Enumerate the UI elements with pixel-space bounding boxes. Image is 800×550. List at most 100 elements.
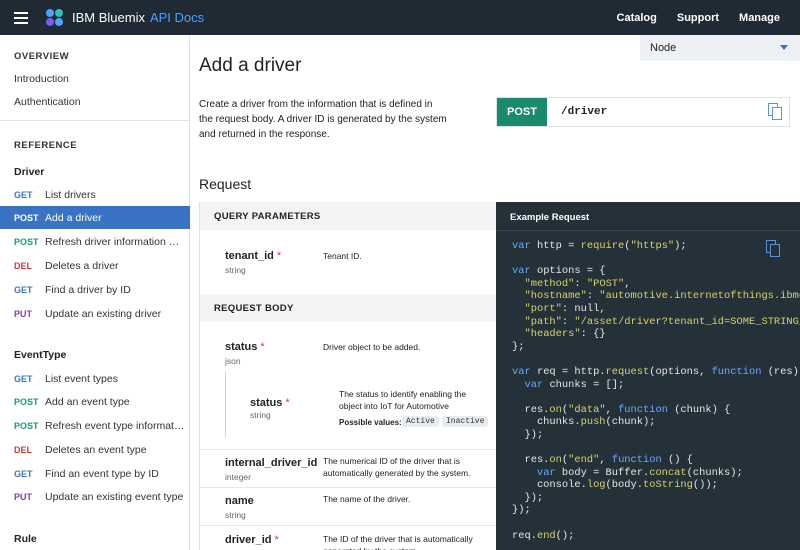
code-line: var http = require("https");: [512, 240, 687, 252]
param-name: name: [225, 495, 254, 507]
example-request-heading: Example Request: [510, 212, 590, 223]
sidebar-item-label: Update an existing event type: [45, 490, 184, 503]
endpoint-description: Create a driver from the information tha…: [199, 99, 447, 140]
language-select-value: Node: [650, 42, 677, 54]
nested-indent-bar: [225, 372, 226, 437]
sidebar-group-eventtype[interactable]: EventType: [14, 349, 66, 361]
possible-value-chip: Active: [402, 416, 439, 427]
sidebar-item-list-event-types[interactable]: GET List event types: [0, 367, 190, 390]
code-line: var options = {: [512, 265, 606, 278]
param-description: The name of the driver.: [323, 494, 411, 504]
method-del-label: DEL: [14, 260, 32, 271]
sidebar: OVERVIEW Introduction Authentication REF…: [0, 35, 190, 550]
sidebar-item-list-drivers[interactable]: GET List drivers: [0, 183, 190, 206]
code-line: chunks.push(chunk);: [512, 416, 656, 429]
sidebar-item-label: Refresh driver information on...: [45, 235, 185, 248]
param-type: string: [250, 410, 271, 420]
possible-value-chip: Inactive: [442, 416, 489, 427]
sidebar-divider: [0, 120, 190, 121]
sidebar-item-introduction[interactable]: Introduction: [14, 73, 69, 85]
method-badge: POST: [497, 98, 547, 126]
query-params-heading: QUERY PARAMETERS: [200, 202, 497, 230]
sidebar-item-label: Find an event type by ID: [45, 467, 159, 480]
sidebar-item-label: List drivers: [45, 188, 96, 201]
code-line: "hostname": "automotive.internetofthings…: [524, 290, 800, 303]
method-get-label: GET: [14, 284, 33, 295]
code-line: };: [512, 340, 525, 353]
example-request-panel: Example Request var http = require("http…: [496, 202, 800, 550]
sidebar-item-refresh-driver[interactable]: POST Refresh driver information on...: [0, 230, 190, 253]
nav-support[interactable]: Support: [677, 12, 719, 24]
parameters-panel: QUERY PARAMETERS tenant_id * string Tenan…: [199, 202, 497, 550]
code-line: req.end();: [512, 529, 575, 542]
code-line: var req = http.request(options, function…: [512, 365, 799, 378]
code-line: });: [512, 428, 544, 441]
sidebar-item-delete-event-type[interactable]: DEL Deletes an event type: [0, 438, 190, 461]
brand-subtitle[interactable]: API Docs: [150, 10, 204, 25]
request-heading: Request: [199, 176, 252, 192]
language-select[interactable]: Node: [640, 35, 800, 61]
sidebar-item-update-event-type[interactable]: PUT Update an existing event type: [0, 485, 190, 508]
bluemix-logo-icon[interactable]: [46, 8, 64, 27]
sidebar-item-label: Deletes a driver: [45, 259, 119, 272]
code-line: var chunks = [];: [524, 378, 625, 391]
param-type: string: [225, 265, 246, 275]
nav-catalog[interactable]: Catalog: [617, 12, 657, 24]
row-divider: [200, 525, 497, 526]
param-name: status *: [250, 397, 290, 409]
sidebar-item-label: Find a driver by ID: [45, 283, 131, 296]
param-description: The numerical ID of the driver that is a…: [323, 456, 471, 478]
sidebar-item-update-driver[interactable]: PUT Update an existing driver: [0, 302, 190, 325]
example-divider: [496, 230, 800, 231]
code-line: console.log(body.toString());: [512, 479, 718, 492]
sidebar-item-delete-driver[interactable]: DEL Deletes a driver: [0, 254, 190, 277]
sidebar-item-refresh-event-type[interactable]: POST Refresh event type informatio...: [0, 414, 190, 437]
code-line: "path": "/asset/driver?tenant_id=SOME_ST…: [524, 315, 800, 328]
sidebar-item-label: Refresh event type informatio...: [45, 419, 185, 432]
code-line: res.on("end", function () {: [512, 454, 693, 467]
code-line: });: [512, 491, 544, 504]
param-name: internal_driver_id: [225, 457, 318, 469]
sidebar-item-find-driver[interactable]: GET Find a driver by ID: [0, 278, 190, 301]
sidebar-item-label: Update an existing driver: [45, 307, 162, 320]
sidebar-item-authentication[interactable]: Authentication: [14, 96, 81, 108]
code-block[interactable]: var http = require("https"); var options…: [512, 240, 800, 542]
method-get-label: GET: [14, 468, 33, 479]
code-line: "port": null,: [524, 302, 606, 315]
sidebar-group-rule[interactable]: Rule: [14, 533, 37, 545]
param-description: The status to identify enabling the obje…: [339, 389, 467, 411]
request-body-heading: REQUEST BODY: [200, 294, 497, 322]
chevron-down-icon: [780, 45, 788, 50]
endpoint-path: /driver: [561, 106, 608, 118]
sidebar-item-add-event-type[interactable]: POST Add an event type: [0, 390, 190, 413]
page-title: Add a driver: [199, 55, 302, 76]
method-post-label: POST: [14, 236, 39, 247]
param-description: Tenant ID.: [323, 251, 362, 261]
sidebar-overview-heading: OVERVIEW: [14, 51, 70, 62]
code-line: var body = Buffer.concat(chunks);: [536, 466, 743, 479]
sidebar-item-label: Deletes an event type: [45, 443, 147, 456]
copy-icon[interactable]: [768, 103, 782, 121]
sidebar-group-driver[interactable]: Driver: [14, 166, 44, 178]
param-type: integer: [225, 472, 251, 482]
code-line: });: [512, 504, 531, 517]
method-get-label: GET: [14, 189, 33, 200]
param-name: status *: [225, 341, 265, 353]
sidebar-reference-heading: REFERENCE: [14, 140, 78, 151]
brand-name[interactable]: IBM Bluemix: [72, 10, 145, 25]
menu-icon[interactable]: [14, 9, 28, 27]
sidebar-item-add-driver[interactable]: POST Add a driver: [0, 206, 190, 229]
code-line: res.on("data", function (chunk) {: [512, 403, 731, 416]
code-line: "headers": {}: [524, 328, 606, 341]
param-description: Driver object to be added.: [323, 342, 421, 352]
param-type: json: [225, 356, 241, 366]
param-description: The ID of the driver that is automatical…: [323, 534, 473, 550]
nav-manage[interactable]: Manage: [739, 12, 780, 24]
sidebar-item-find-event-type[interactable]: GET Find an event type by ID: [0, 462, 190, 485]
method-post-label: POST: [14, 396, 39, 407]
